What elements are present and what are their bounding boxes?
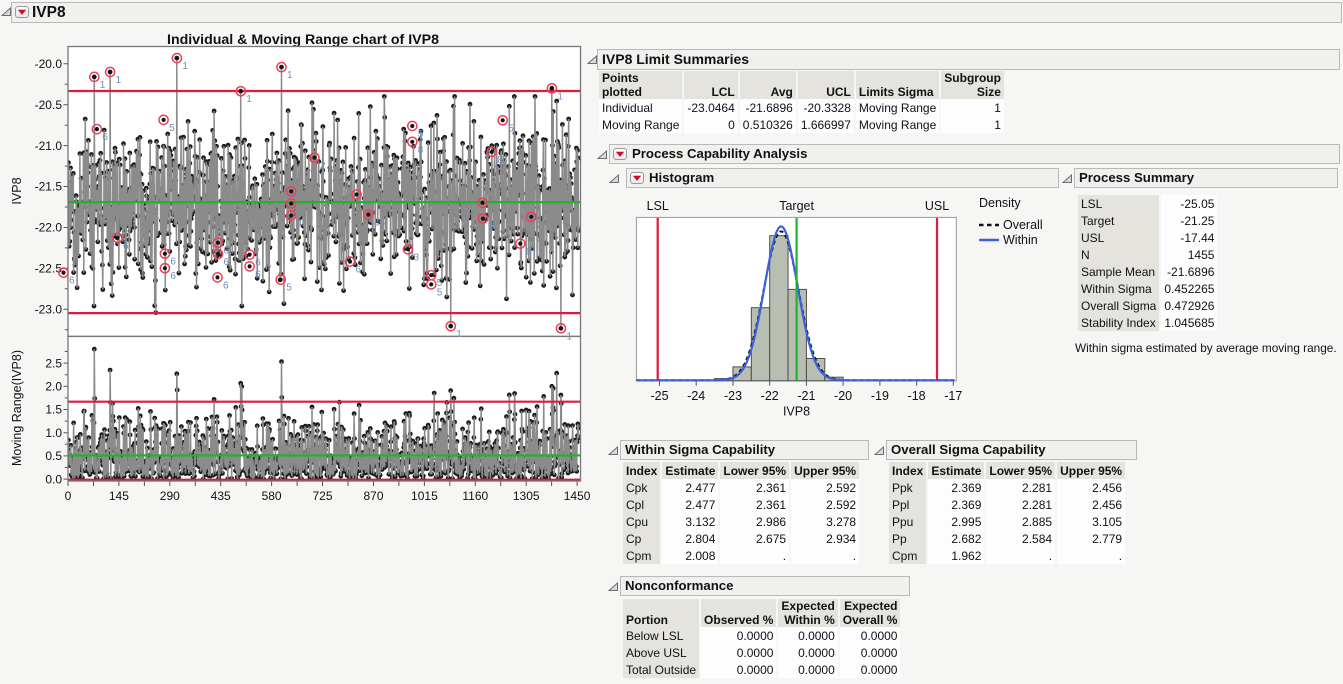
svg-text:145: 145 (109, 489, 129, 503)
svg-text:580: 580 (262, 489, 282, 503)
svg-text:5: 5 (286, 283, 292, 294)
svg-text:-20: -20 (834, 389, 852, 403)
svg-text:1: 1 (557, 91, 563, 102)
svg-text:1305: 1305 (513, 489, 540, 503)
svg-text:-22.0: -22.0 (35, 221, 63, 235)
svg-text:725: 725 (312, 489, 332, 503)
svg-text:1: 1 (116, 75, 122, 86)
svg-text:-21.5: -21.5 (35, 180, 63, 194)
svg-text:-20.5: -20.5 (35, 98, 63, 112)
svg-text:-23.0: -23.0 (35, 303, 63, 317)
svg-text:3: 3 (414, 252, 420, 263)
svg-text:5: 5 (418, 129, 424, 140)
svg-text:1: 1 (287, 70, 293, 81)
svg-text:-25: -25 (650, 389, 668, 403)
svg-text:-17: -17 (944, 389, 962, 403)
svg-text:8: 8 (497, 155, 503, 166)
svg-text:2.0: 2.0 (45, 380, 62, 394)
svg-text:5: 5 (169, 123, 175, 134)
svg-text:0: 0 (65, 489, 72, 503)
svg-text:5: 5 (437, 287, 443, 298)
svg-text:1: 1 (246, 94, 252, 105)
svg-text:2: 2 (320, 161, 326, 172)
svg-text:-20.0: -20.0 (35, 57, 63, 71)
svg-text:0.5: 0.5 (45, 449, 62, 463)
svg-text:Individual & Moving Range char: Individual & Moving Range chart of IVP8 (167, 32, 439, 48)
svg-text:-23: -23 (724, 389, 742, 403)
svg-text:870: 870 (363, 489, 383, 503)
svg-text:6: 6 (255, 269, 261, 280)
svg-text:435: 435 (211, 489, 231, 503)
svg-text:-24: -24 (687, 389, 705, 403)
svg-text:1.0: 1.0 (45, 426, 62, 440)
svg-text:5: 5 (508, 123, 514, 134)
svg-text:6: 6 (102, 132, 108, 143)
svg-text:4: 4 (297, 219, 303, 230)
svg-text:1: 1 (182, 61, 188, 72)
svg-text:1450: 1450 (564, 489, 591, 503)
svg-text:USL: USL (925, 199, 949, 213)
svg-text:6: 6 (170, 271, 176, 282)
svg-text:Target: Target (779, 199, 814, 213)
svg-text:1: 1 (567, 331, 573, 342)
svg-text:0.0: 0.0 (45, 472, 62, 486)
svg-text:6: 6 (170, 257, 176, 268)
svg-text:6: 6 (69, 276, 75, 287)
svg-text:6: 6 (123, 241, 129, 252)
svg-text:IVP8: IVP8 (10, 177, 24, 204)
svg-text:6: 6 (224, 257, 230, 268)
svg-text:-22.5: -22.5 (35, 262, 63, 276)
svg-text:Moving Range(IVP8): Moving Range(IVP8) (10, 350, 24, 466)
svg-text:1015: 1015 (411, 489, 438, 503)
svg-text:1: 1 (100, 80, 106, 91)
svg-text:6: 6 (526, 247, 532, 258)
svg-text:-21.0: -21.0 (35, 139, 63, 153)
svg-text:6: 6 (356, 265, 362, 276)
svg-text:6: 6 (224, 246, 230, 257)
svg-text:290: 290 (160, 489, 180, 503)
svg-text:-18: -18 (908, 389, 926, 403)
svg-text:-22: -22 (761, 389, 779, 403)
svg-text:3: 3 (374, 218, 380, 229)
svg-text:-21: -21 (797, 389, 815, 403)
svg-text:1.5: 1.5 (45, 403, 62, 417)
svg-text:6: 6 (255, 258, 261, 269)
svg-text:-19: -19 (871, 389, 889, 403)
svg-text:1: 1 (456, 329, 462, 340)
svg-text:2: 2 (537, 220, 543, 231)
svg-text:IVP8: IVP8 (783, 405, 810, 419)
svg-text:8: 8 (418, 145, 424, 156)
svg-text:3: 3 (489, 222, 495, 233)
svg-text:LSL: LSL (647, 199, 669, 213)
svg-text:6: 6 (223, 280, 229, 291)
svg-text:1160: 1160 (462, 489, 488, 503)
svg-text:2.5: 2.5 (45, 356, 62, 370)
